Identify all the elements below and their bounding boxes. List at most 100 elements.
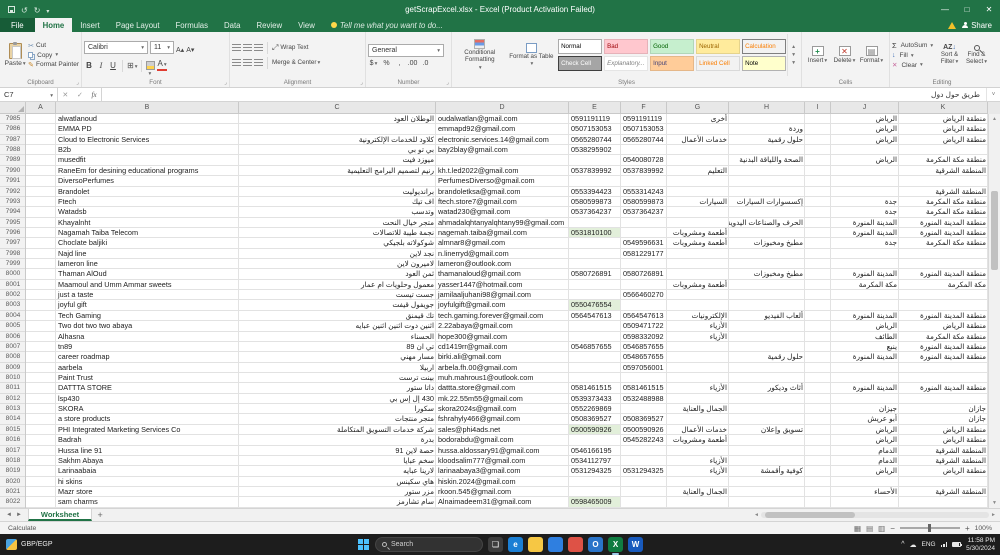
cell[interactable] [805, 363, 831, 373]
cell[interactable]: الدمام [831, 446, 899, 456]
cell[interactable]: الرياض [831, 321, 899, 331]
cell[interactable] [729, 414, 805, 424]
cell[interactable]: 0546857655 [569, 342, 621, 352]
cell[interactable] [26, 497, 56, 507]
cell[interactable] [621, 404, 667, 414]
row-header[interactable]: 7998 [0, 248, 26, 260]
cell[interactable]: الأزياء [667, 466, 729, 476]
cell[interactable]: المنطقة الشرقية [899, 487, 988, 497]
cell[interactable]: Larinaabaia [56, 466, 239, 476]
cell[interactable]: مطبخ ومخبوزات [729, 238, 805, 248]
start-button[interactable] [357, 538, 370, 551]
cell[interactable]: جدة [831, 197, 899, 207]
cell[interactable]: منطقة المدينة المنورة [899, 342, 988, 352]
cell[interactable]: brandoletksa@gmail.com [436, 187, 569, 197]
cell[interactable]: joyfulgift@gmail.com [436, 300, 569, 310]
row-header[interactable]: 7990 [0, 165, 26, 177]
cell[interactable] [569, 218, 621, 228]
cell[interactable] [621, 477, 667, 487]
cell[interactable] [805, 228, 831, 238]
cell[interactable]: منطقة مكة المكرمة [899, 155, 988, 165]
cell[interactable] [621, 280, 667, 290]
accounting-format-icon[interactable]: $ [368, 60, 379, 67]
align-right-icon[interactable] [254, 59, 263, 66]
cell[interactable]: Khayalnht [56, 218, 239, 228]
cell[interactable]: 0509471722 [621, 321, 667, 331]
cell[interactable]: sam charms [56, 497, 239, 507]
cell[interactable] [667, 124, 729, 134]
new-sheet-button[interactable]: + [92, 509, 108, 521]
cell[interactable] [729, 394, 805, 404]
cell[interactable]: 0598332092 [621, 332, 667, 342]
cell[interactable] [26, 197, 56, 207]
cell[interactable]: منطقة مكة المكرمة [899, 332, 988, 342]
taskbar-clock[interactable]: 11:58 PM 5/30/2024 [966, 537, 995, 552]
tray-chevron-icon[interactable]: ^ [901, 541, 904, 548]
cell[interactable] [26, 321, 56, 331]
cell[interactable]: رنيم لتصميم البرامج التعليمية [239, 166, 436, 176]
cell[interactable]: 0531810100 [569, 227, 621, 239]
cell[interactable]: DATTTA STORE [56, 383, 239, 393]
cell[interactable]: جازان [899, 414, 988, 424]
underline-button[interactable]: U [108, 61, 118, 70]
align-top-icon[interactable] [232, 44, 241, 51]
paste-button[interactable]: Paste [2, 34, 28, 76]
cell[interactable] [569, 435, 621, 445]
align-middle-icon[interactable] [243, 44, 252, 51]
cell[interactable] [26, 238, 56, 248]
cell[interactable] [621, 218, 667, 228]
cell[interactable]: الرياض [831, 114, 899, 124]
cell[interactable] [26, 404, 56, 414]
prev-sheet-icon[interactable]: ◄ [6, 512, 12, 518]
cell[interactable]: منطقة الرياض [899, 435, 988, 445]
cell[interactable]: yasser1447@hotmail.com [436, 280, 569, 290]
cell[interactable]: ثمن العود [239, 269, 436, 279]
cell[interactable]: Nagamah Taiba Telecom [56, 228, 239, 238]
cell[interactable]: المدينة المنورة [831, 383, 899, 393]
cell[interactable]: 430 إل إس بي [239, 394, 436, 404]
cell[interactable]: lsp430 [56, 394, 239, 404]
cell[interactable]: الجمال والعناية [667, 487, 729, 497]
cell[interactable] [26, 487, 56, 497]
page-break-view-icon[interactable]: ▥ [878, 524, 885, 533]
tab-formulas[interactable]: Formulas [168, 18, 217, 32]
cell[interactable]: 0537364237 [621, 207, 667, 217]
tab-insert[interactable]: Insert [72, 18, 108, 32]
cell[interactable]: Brandolet [56, 187, 239, 197]
cell[interactable]: 0591191119 [569, 114, 621, 124]
font-color-icon[interactable]: A [157, 60, 167, 71]
cell[interactable] [26, 363, 56, 373]
cell[interactable]: لاميرون لاين [239, 259, 436, 269]
cell[interactable]: منطقة المدينة المنورة [899, 228, 988, 238]
cell[interactable]: لارينا عبايه [239, 466, 436, 476]
cell[interactable] [26, 218, 56, 228]
cell[interactable]: منطقة الرياض [899, 466, 988, 476]
tab-review[interactable]: Review [249, 18, 291, 32]
cell[interactable]: PerfumesDiverso@gmail.com [436, 176, 569, 186]
alignment-dialog-launcher[interactable]: ⌟ [360, 80, 363, 86]
column-header-J[interactable]: J [831, 102, 899, 114]
row-header[interactable]: 8016 [0, 435, 26, 446]
cell[interactable]: electronic.services.14@gmail.com [436, 135, 569, 145]
edge-icon[interactable]: e [508, 537, 523, 552]
sheet-tab-worksheet[interactable]: Worksheet [27, 509, 93, 521]
tab-data[interactable]: Data [216, 18, 248, 32]
cell[interactable] [831, 497, 899, 507]
cell[interactable] [831, 477, 899, 487]
cell[interactable]: 2.22abaya@gmail.com [436, 321, 569, 331]
cell[interactable]: الرياض [831, 466, 899, 476]
cell[interactable]: Watadsb [56, 207, 239, 217]
insert-function-icon[interactable]: fx [92, 91, 97, 99]
cell[interactable]: watad230@gmail.com [436, 207, 569, 217]
cell[interactable]: lameron@outlook.com [436, 259, 569, 269]
cell[interactable] [26, 176, 56, 186]
row-header[interactable]: 7987 [0, 134, 26, 146]
cell[interactable] [667, 497, 729, 507]
column-header-H[interactable]: H [729, 102, 805, 114]
cell[interactable]: مكة المكرمة [899, 280, 988, 290]
cell[interactable]: اربيلا [239, 363, 436, 373]
wifi-icon[interactable] [940, 542, 948, 547]
qat-dropdown-icon[interactable] [46, 0, 49, 18]
activation-warning-icon[interactable] [948, 21, 957, 29]
cell[interactable]: 0538295902 [569, 145, 621, 155]
